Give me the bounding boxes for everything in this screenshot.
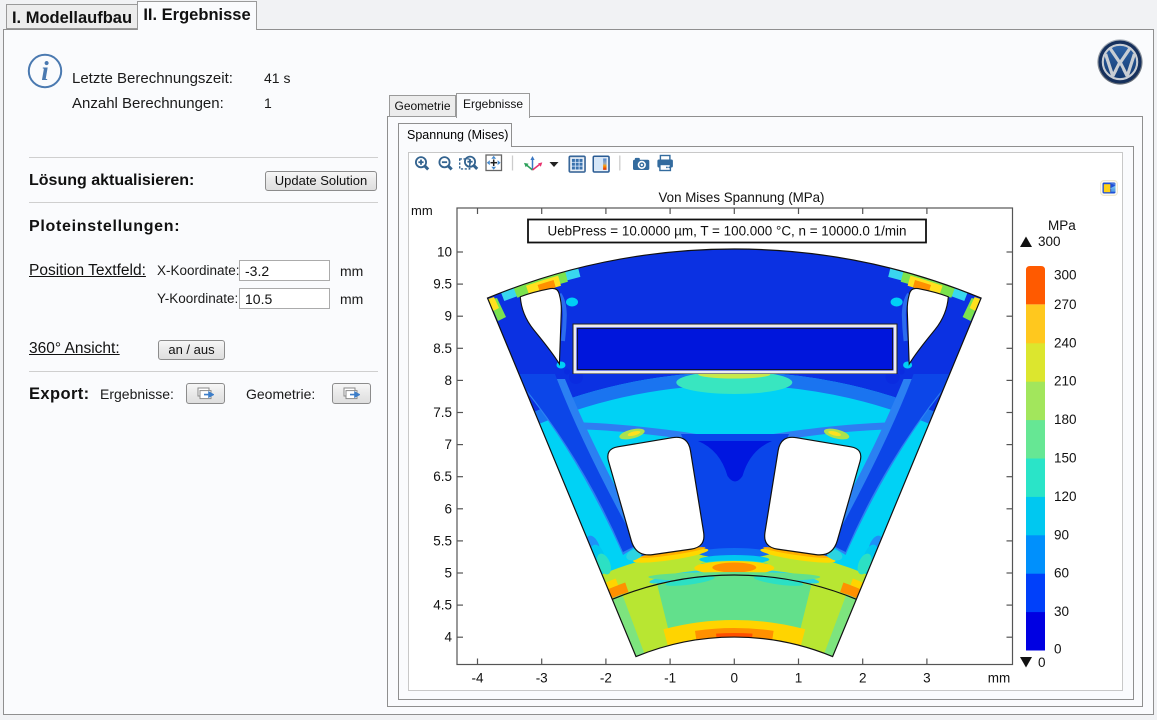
svg-text:10: 10 — [437, 245, 452, 260]
svg-text:8: 8 — [444, 373, 452, 388]
svg-text:-1: -1 — [664, 671, 676, 686]
svg-text:6.5: 6.5 — [433, 469, 452, 484]
svg-text:240: 240 — [1054, 335, 1077, 350]
svg-text:150: 150 — [1054, 451, 1077, 466]
svg-text:300: 300 — [1038, 234, 1061, 249]
svg-text:3: 3 — [923, 671, 931, 686]
svg-text:60: 60 — [1054, 566, 1069, 581]
svg-text:210: 210 — [1054, 374, 1077, 389]
svg-text:UebPress = 10.0000 µm, T = 100: UebPress = 10.0000 µm, T = 100.000 °C, n… — [548, 224, 907, 239]
svg-text:5: 5 — [444, 566, 452, 581]
svg-text:9: 9 — [444, 309, 452, 324]
svg-text:4.5: 4.5 — [433, 598, 452, 613]
svg-text:5.5: 5.5 — [433, 533, 452, 548]
svg-text:mm: mm — [988, 671, 1011, 686]
svg-text:i: i — [41, 56, 49, 86]
svg-text:0: 0 — [1038, 655, 1046, 670]
svg-text:90: 90 — [1054, 527, 1069, 542]
svg-text:0: 0 — [1054, 642, 1062, 657]
svg-text:180: 180 — [1054, 412, 1077, 427]
svg-text:6: 6 — [444, 501, 452, 516]
svg-text:mm: mm — [411, 203, 433, 218]
svg-text:7.5: 7.5 — [433, 405, 452, 420]
svg-text:270: 270 — [1054, 297, 1077, 312]
svg-text:8.5: 8.5 — [433, 341, 452, 356]
svg-text:0: 0 — [731, 671, 739, 686]
svg-text:-4: -4 — [471, 671, 483, 686]
svg-text:120: 120 — [1054, 489, 1077, 504]
svg-text:2: 2 — [859, 671, 867, 686]
svg-text:Von Mises Spannung (MPa): Von Mises Spannung (MPa) — [659, 189, 825, 205]
svg-text:9.5: 9.5 — [433, 277, 452, 292]
svg-text:300: 300 — [1054, 268, 1077, 283]
svg-text:30: 30 — [1054, 604, 1069, 619]
svg-text:7: 7 — [444, 437, 452, 452]
svg-text:4: 4 — [444, 630, 452, 645]
svg-text:MPa: MPa — [1048, 218, 1076, 233]
svg-text:-2: -2 — [600, 671, 612, 686]
svg-text:-3: -3 — [536, 671, 548, 686]
svg-text:1: 1 — [795, 671, 803, 686]
